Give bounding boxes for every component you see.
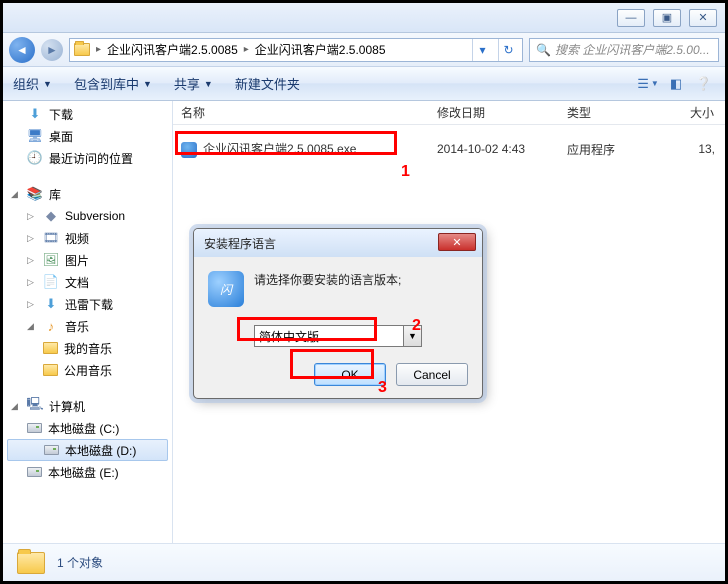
folder-icon — [74, 43, 90, 56]
sidebar-item-music[interactable]: ◢♪音乐 — [3, 315, 172, 337]
sidebar-item-drive-e[interactable]: 本地磁盘 (E:) — [3, 461, 172, 483]
chevron-right-icon: ▸ — [244, 44, 249, 55]
sidebar-item-xunlei[interactable]: ▷⬇迅雷下载 — [3, 293, 172, 315]
drive-icon — [44, 445, 59, 455]
toolbar: 组织▼ 包含到库中▼ 共享▼ 新建文件夹 ☰ ▼ ◧ ❔ — [3, 67, 725, 101]
close-button[interactable]: ✕ — [689, 9, 717, 27]
folder-icon — [43, 364, 58, 376]
file-size: 13, — [659, 142, 725, 156]
column-header-date[interactable]: 修改日期 — [429, 104, 559, 121]
sidebar-item-drive-c[interactable]: 本地磁盘 (C:) — [3, 417, 172, 439]
file-row[interactable]: 企业闪讯客户端2.5.0085.exe 2014-10-02 4:43 应用程序… — [173, 137, 725, 161]
search-input[interactable]: 🔍 搜索 企业闪讯客户端2.5.00... — [529, 38, 719, 62]
pictures-icon: 🖼 — [43, 252, 59, 268]
music-icon: ♪ — [43, 318, 59, 334]
status-bar: 1 个对象 — [3, 543, 725, 581]
sidebar-item-computer[interactable]: ◢🖳计算机 — [3, 395, 172, 417]
sidebar-item-mymusic[interactable]: 我的音乐 — [3, 337, 172, 359]
dialog-titlebar[interactable]: 安装程序语言 ✕ — [194, 229, 482, 257]
expand-icon[interactable]: ▷ — [27, 299, 37, 310]
share-menu[interactable]: 共享▼ — [174, 74, 213, 93]
sidebar-item-library[interactable]: ◢📚库 — [3, 183, 172, 205]
recent-icon: 🕘 — [27, 150, 43, 166]
language-dialog: 安装程序语言 ✕ 闪 请选择你要安装的语言版本; 简体中文版 ▼ OK Canc… — [193, 228, 483, 399]
search-icon: 🔍 — [536, 43, 551, 57]
include-in-library-menu[interactable]: 包含到库中▼ — [74, 74, 152, 93]
column-header-row: 名称 修改日期 类型 大小 — [173, 101, 725, 125]
nav-forward-button[interactable]: ► — [41, 39, 63, 61]
exe-icon — [181, 142, 197, 158]
drive-icon — [27, 467, 42, 477]
computer-icon: 🖳 — [27, 398, 43, 414]
file-name: 企业闪讯客户端2.5.0085.exe — [203, 142, 356, 156]
address-dropdown-button[interactable]: ▾ — [472, 39, 492, 61]
expand-icon[interactable]: ◢ — [27, 321, 37, 332]
dialog-title: 安装程序语言 — [204, 235, 276, 252]
expand-icon[interactable]: ◢ — [11, 189, 21, 200]
expand-icon[interactable]: ▷ — [27, 233, 37, 244]
dialog-close-button[interactable]: ✕ — [438, 233, 476, 251]
ok-button[interactable]: OK — [314, 363, 386, 386]
expand-icon[interactable]: ▷ — [27, 211, 37, 222]
library-icon: 📚 — [27, 186, 43, 202]
sidebar-item-downloads[interactable]: ⬇下载 — [3, 103, 172, 125]
expand-icon[interactable]: ▷ — [27, 255, 37, 266]
preview-pane-button[interactable]: ◧ — [665, 73, 687, 95]
language-select[interactable]: 简体中文版 — [254, 325, 404, 347]
expand-icon[interactable]: ▷ — [27, 277, 37, 288]
annotation-label-2: 2 — [412, 317, 421, 335]
file-type: 应用程序 — [559, 141, 659, 158]
column-header-name[interactable]: 名称 — [173, 104, 429, 121]
sidebar-item-subversion[interactable]: ▷◆Subversion — [3, 205, 172, 227]
drive-icon — [27, 423, 42, 433]
sidebar-item-publicmusic[interactable]: 公用音乐 — [3, 359, 172, 381]
address-row: ◄ ► ▸ 企业闪讯客户端2.5.0085 ▸ 企业闪讯客户端2.5.0085 … — [3, 33, 725, 67]
nav-back-button[interactable]: ◄ — [9, 37, 35, 63]
download-icon: ⬇ — [43, 296, 59, 312]
expand-icon[interactable]: ◢ — [11, 401, 21, 412]
status-text: 1 个对象 — [57, 554, 103, 571]
organize-menu[interactable]: 组织▼ — [13, 74, 52, 93]
sidebar-item-documents[interactable]: ▷📄文档 — [3, 271, 172, 293]
video-icon: 🎞 — [43, 230, 59, 246]
cancel-button[interactable]: Cancel — [396, 363, 468, 386]
breadcrumb-1[interactable]: 企业闪讯客户端2.5.0085 — [107, 41, 238, 58]
annotation-label-3: 3 — [378, 379, 387, 397]
column-header-size[interactable]: 大小 — [659, 104, 725, 121]
sidebar-item-recent[interactable]: 🕘最近访问的位置 — [3, 147, 172, 169]
file-date: 2014-10-02 4:43 — [429, 142, 559, 156]
maximize-button[interactable]: ▣ — [653, 9, 681, 27]
column-header-type[interactable]: 类型 — [559, 104, 659, 121]
sidebar-item-pictures[interactable]: ▷🖼图片 — [3, 249, 172, 271]
subversion-icon: ◆ — [43, 208, 59, 224]
navigation-pane: ⬇下载 🖥桌面 🕘最近访问的位置 ◢📚库 ▷◆Subversion ▷🎞视频 ▷… — [3, 101, 173, 543]
sidebar-item-drive-d[interactable]: 本地磁盘 (D:) — [7, 439, 168, 461]
search-placeholder: 搜索 企业闪讯客户端2.5.00... — [555, 41, 710, 58]
sidebar-item-video[interactable]: ▷🎞视频 — [3, 227, 172, 249]
address-bar[interactable]: ▸ 企业闪讯客户端2.5.0085 ▸ 企业闪讯客户端2.5.0085 ▾ ↻ — [69, 38, 523, 62]
refresh-button[interactable]: ↻ — [498, 39, 518, 61]
sidebar-item-desktop[interactable]: 🖥桌面 — [3, 125, 172, 147]
documents-icon: 📄 — [43, 274, 59, 290]
folder-icon — [43, 342, 58, 354]
installer-icon: 闪 — [208, 271, 244, 307]
download-icon: ⬇ — [27, 106, 43, 122]
annotation-label-1: 1 — [401, 163, 410, 181]
new-folder-button[interactable]: 新建文件夹 — [235, 74, 300, 93]
breadcrumb-2[interactable]: 企业闪讯客户端2.5.0085 — [255, 41, 386, 58]
view-options-button[interactable]: ☰ ▼ — [637, 73, 659, 95]
window-titlebar: — ▣ ✕ — [3, 3, 725, 33]
desktop-icon: 🖥 — [27, 128, 43, 144]
minimize-button[interactable]: — — [617, 9, 645, 27]
help-button[interactable]: ❔ — [693, 73, 715, 95]
folder-icon — [17, 552, 45, 574]
dialog-prompt: 请选择你要安装的语言版本; — [254, 271, 401, 288]
chevron-right-icon: ▸ — [96, 44, 101, 55]
